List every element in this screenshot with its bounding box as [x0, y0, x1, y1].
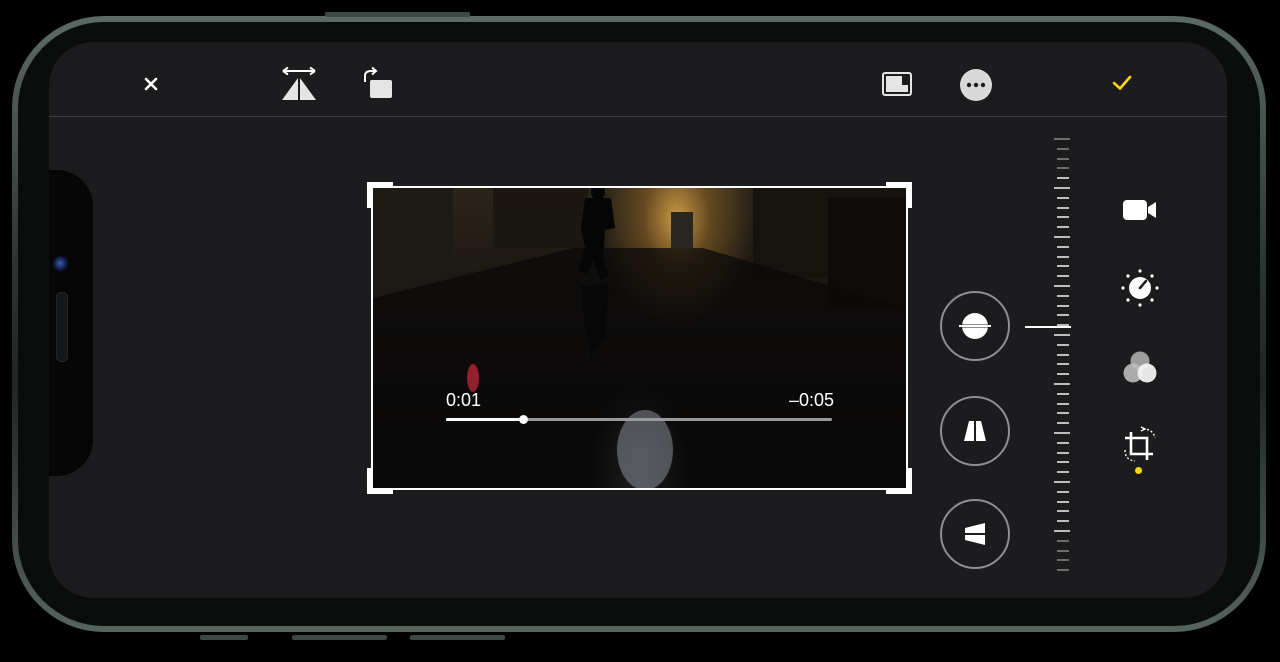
- close-icon: [144, 77, 158, 91]
- dial-tick: [1057, 510, 1069, 513]
- dial-tick: [1057, 343, 1069, 346]
- flip-button[interactable]: [277, 64, 321, 104]
- dial-tick: [1057, 255, 1069, 258]
- tab-video[interactable]: [1117, 187, 1163, 233]
- aspect-ratio-icon: [882, 72, 912, 96]
- video-frame[interactable]: 0:01 –0:05: [371, 186, 908, 490]
- scrubber-progress: [446, 418, 524, 421]
- dial-tick: [1057, 275, 1069, 278]
- dial-tick: [1054, 285, 1070, 287]
- dial-tick: [1057, 294, 1069, 297]
- elapsed-time: 0:01: [446, 390, 482, 410]
- dial-tick: [1057, 196, 1069, 199]
- done-button[interactable]: [1107, 68, 1137, 98]
- crop-handle-bottom-right[interactable]: [886, 468, 912, 494]
- dial-tick: [1057, 451, 1069, 454]
- rotate-button[interactable]: [357, 64, 397, 104]
- video-scene: [373, 188, 906, 488]
- dial-tick: [1054, 236, 1070, 238]
- tab-crop[interactable]: [1117, 422, 1163, 468]
- dial-tick: [1057, 471, 1069, 474]
- dial-tick: [1057, 245, 1069, 248]
- tab-adjust[interactable]: [1117, 265, 1163, 311]
- dial-tick: [1057, 353, 1069, 356]
- dial-tick: [1054, 383, 1070, 385]
- crop-handle-top-right[interactable]: [886, 182, 912, 208]
- aspect-ratio-button[interactable]: [877, 66, 917, 102]
- volume-up-button: [292, 635, 387, 640]
- dial-tick: [1057, 392, 1069, 395]
- checkmark-icon: [1112, 75, 1132, 90]
- flip-horizontal-icon: [282, 66, 316, 100]
- crop-handle-bottom-left[interactable]: [367, 468, 393, 494]
- screen: 0:01 –0:05: [49, 42, 1227, 598]
- earpiece-speaker: [56, 292, 68, 362]
- crop-rotate-icon: [1124, 426, 1156, 462]
- dial-tick: [1057, 520, 1069, 523]
- scrubber-track[interactable]: [446, 415, 832, 424]
- horizontal-perspective-button[interactable]: [940, 499, 1010, 569]
- dial-tick: [1057, 167, 1069, 170]
- dial-tick: [1057, 500, 1069, 503]
- front-camera: [53, 256, 69, 272]
- dial-tick: [1057, 314, 1069, 317]
- dial-tick: [1057, 441, 1069, 444]
- dial-indicator: [1025, 326, 1071, 328]
- dial-tick: [1057, 412, 1069, 415]
- filters-icon: [1123, 351, 1157, 383]
- dial-tick: [1057, 177, 1069, 180]
- vertical-perspective-button[interactable]: [940, 396, 1010, 466]
- dial-tick: [1057, 216, 1069, 219]
- dial-tick: [1057, 206, 1069, 209]
- angle-dial[interactable]: [1049, 138, 1079, 578]
- dial-tick: [1057, 402, 1069, 405]
- dial-tick: [1054, 530, 1070, 532]
- more-button[interactable]: [957, 66, 995, 104]
- horizontal-perspective-icon: [961, 523, 989, 545]
- dial-tick: [1054, 187, 1070, 189]
- mute-switch: [200, 635, 248, 640]
- vertical-perspective-icon: [964, 417, 986, 445]
- dial-tick: [1057, 147, 1069, 150]
- dial-tick: [1057, 461, 1069, 464]
- dial-tick: [1054, 334, 1070, 336]
- dial-tick: [1057, 490, 1069, 493]
- dial-tick: [1057, 373, 1069, 376]
- dial-tick: [1057, 157, 1069, 160]
- dial-tick: [1054, 138, 1070, 140]
- active-tab-indicator: [1135, 467, 1142, 474]
- adjust-dial-icon: [1121, 269, 1159, 307]
- dial-tick: [1057, 549, 1069, 552]
- dial-tick: [1057, 304, 1069, 307]
- dial-tick: [1057, 539, 1069, 542]
- video-camera-icon: [1123, 200, 1156, 220]
- dial-tick: [1057, 363, 1069, 366]
- straighten-button[interactable]: [940, 291, 1010, 361]
- dial-tick: [1057, 569, 1069, 572]
- crop-handle-top-left[interactable]: [367, 182, 393, 208]
- dial-tick: [1054, 432, 1070, 434]
- cancel-button[interactable]: [136, 69, 166, 99]
- dial-tick: [1057, 265, 1069, 268]
- power-button: [325, 12, 470, 17]
- dial-tick: [1057, 226, 1069, 229]
- dial-tick: [1054, 481, 1070, 483]
- remaining-time: –0:05: [788, 390, 834, 410]
- rotate-icon: [364, 66, 392, 98]
- dial-tick: [1057, 559, 1069, 562]
- tab-filters[interactable]: [1117, 345, 1163, 391]
- dial-tick: [1057, 422, 1069, 425]
- more-icon: [960, 69, 992, 101]
- straighten-icon: [959, 313, 991, 339]
- toolbar-divider: [49, 116, 1227, 117]
- volume-down-button: [410, 635, 505, 640]
